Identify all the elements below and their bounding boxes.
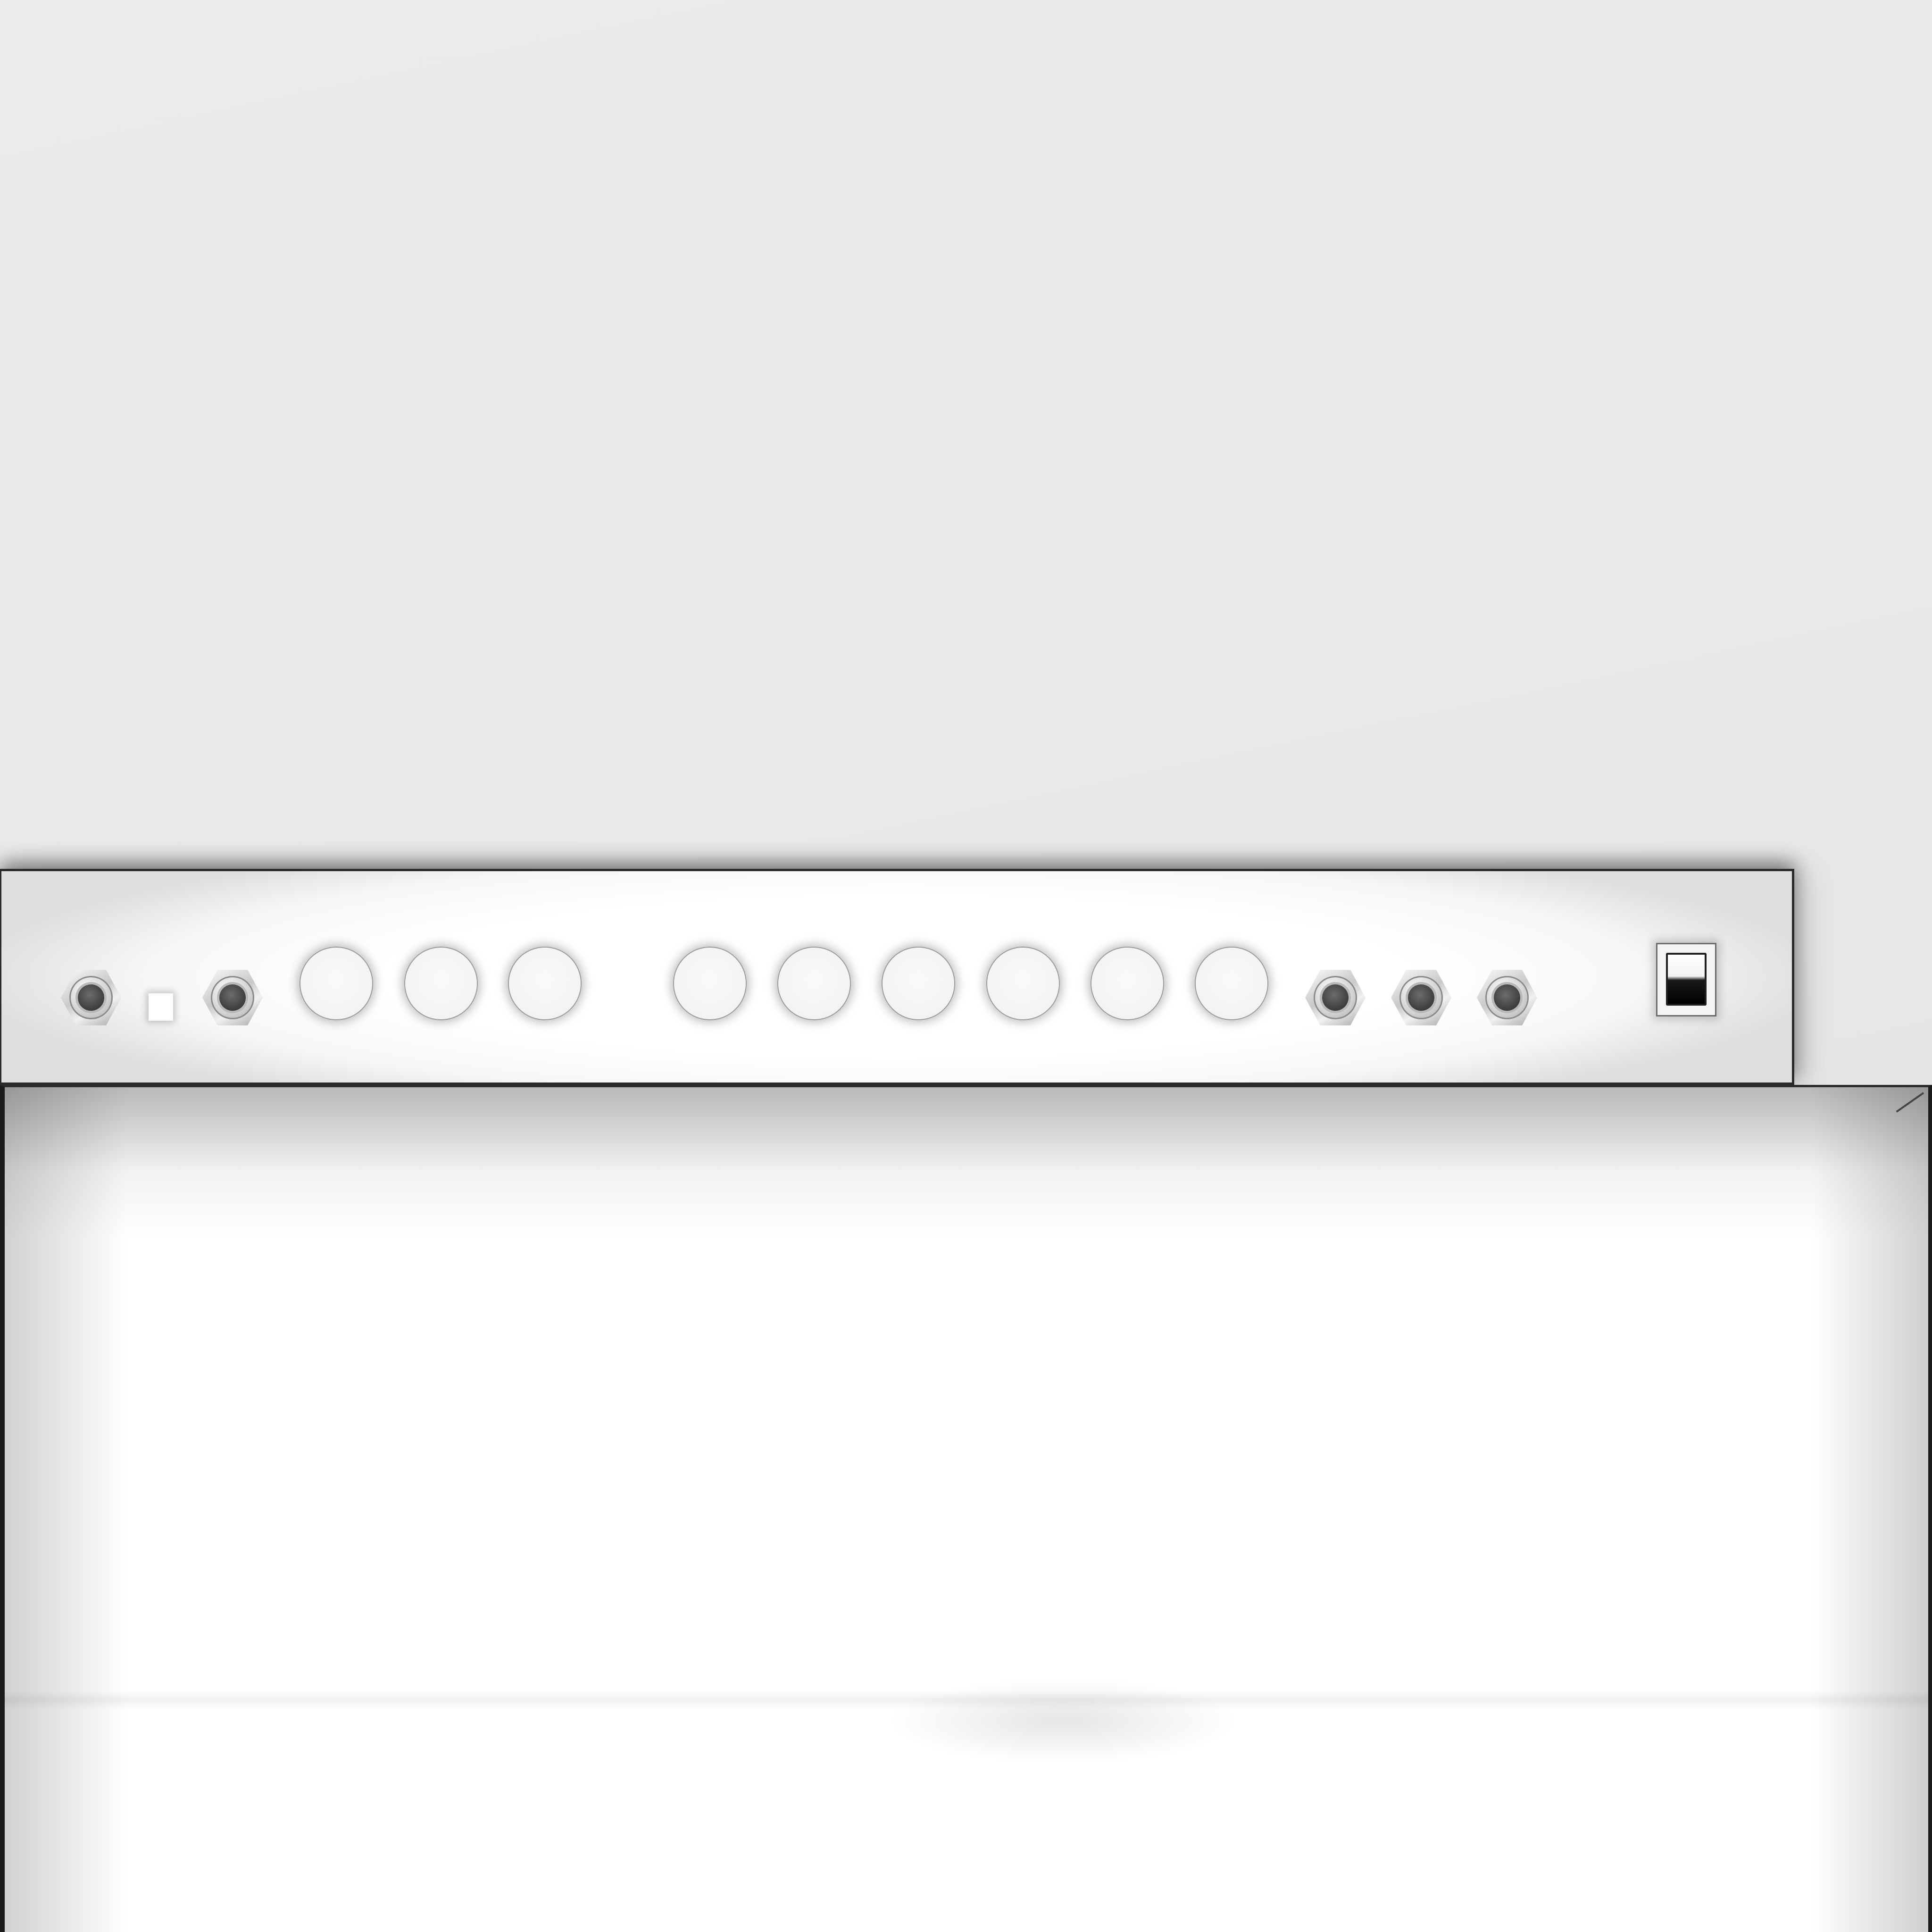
knob-5[interactable] <box>778 948 850 1019</box>
knob-8[interactable] <box>1091 948 1163 1019</box>
output-jack-2[interactable] <box>1391 967 1451 1028</box>
output-jack-3[interactable] <box>1477 967 1537 1028</box>
knob-7[interactable] <box>987 948 1059 1019</box>
cabinet-seam <box>5 1691 1928 1710</box>
knob-9[interactable] <box>1196 948 1267 1019</box>
knob-2[interactable] <box>405 948 477 1019</box>
output-jack-1[interactable] <box>1305 967 1366 1028</box>
amplifier-scene <box>0 0 1932 1932</box>
power-switch[interactable] <box>1656 943 1716 1016</box>
corner-mark <box>1896 1092 1924 1113</box>
control-panel <box>0 869 1794 1085</box>
knob-6[interactable] <box>883 948 954 1019</box>
speaker-cabinet <box>0 1085 1932 1932</box>
rocker-switch-icon <box>1666 953 1707 1006</box>
knob-3[interactable] <box>509 948 581 1019</box>
input-jack-1[interactable] <box>61 967 121 1028</box>
input-jack-2[interactable] <box>202 967 263 1028</box>
indicator-light <box>149 993 173 1021</box>
knob-1[interactable] <box>300 948 372 1019</box>
knob-4[interactable] <box>674 948 746 1019</box>
